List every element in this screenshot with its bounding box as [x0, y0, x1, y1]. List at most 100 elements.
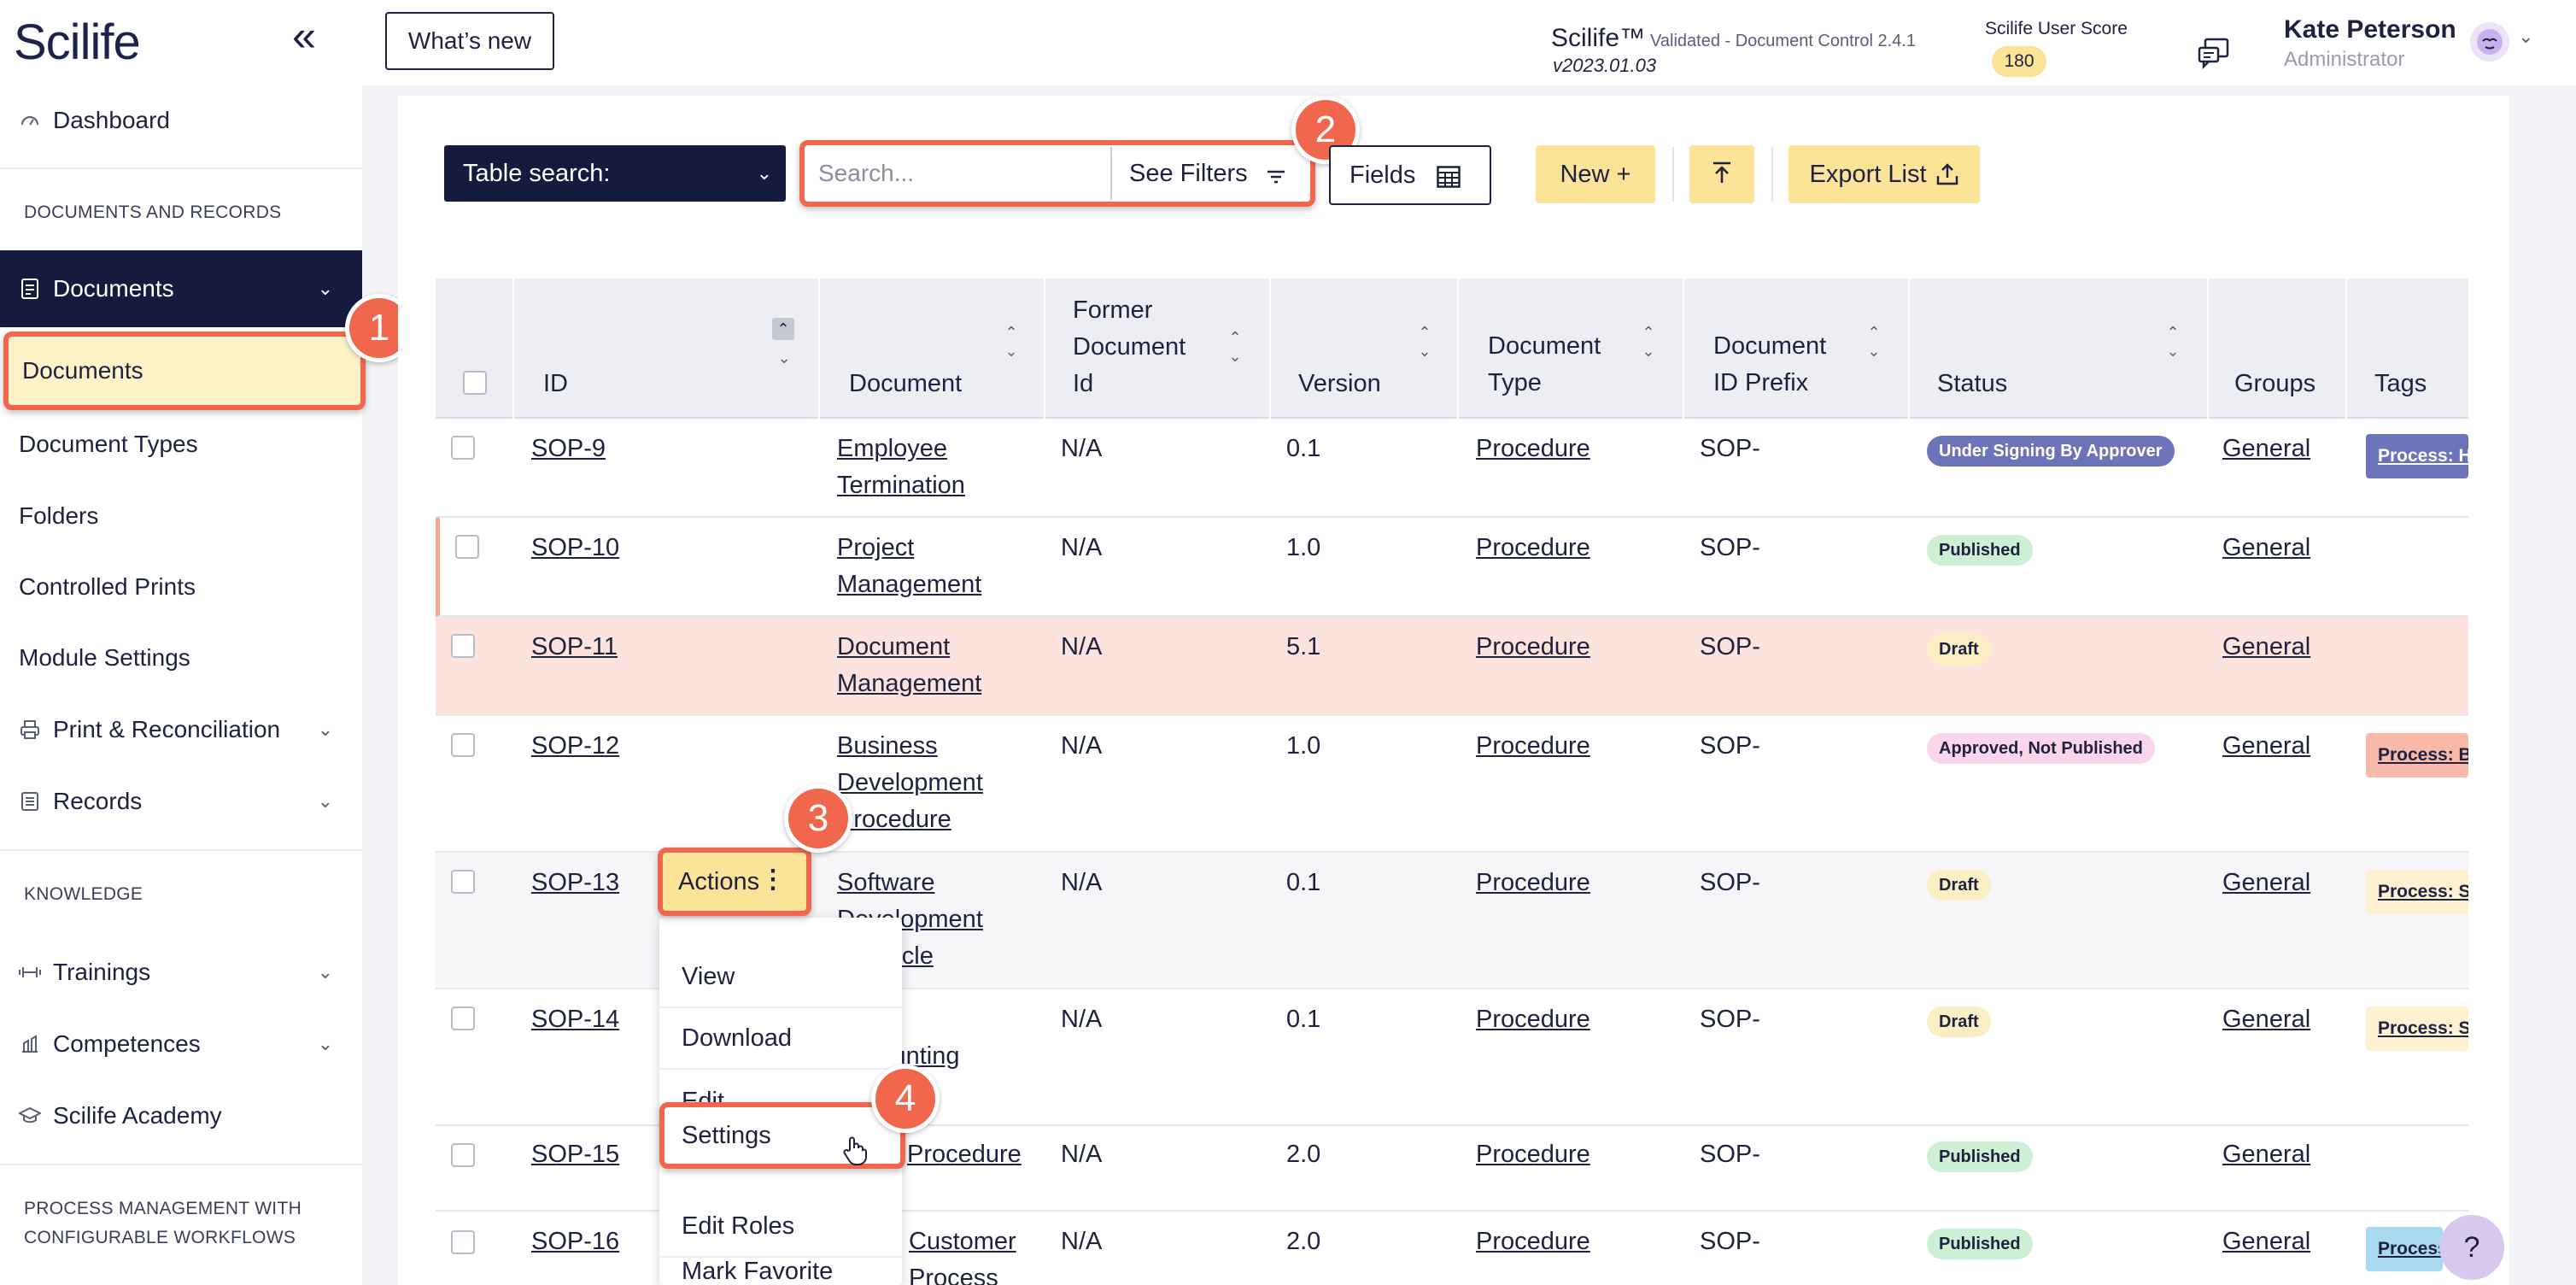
row-checkbox[interactable] — [451, 1230, 475, 1254]
help-icon: ? — [2463, 1230, 2480, 1264]
document-type-link[interactable]: Procedure — [1476, 629, 1590, 666]
row-checkbox[interactable] — [455, 535, 479, 559]
document-type-link[interactable]: Procedure — [1476, 431, 1590, 467]
tag-link[interactable]: Process — [2366, 1227, 2443, 1271]
sidebar-item-print-reconciliation[interactable]: Print & Reconciliation ⌄ — [0, 713, 362, 747]
document-id-link[interactable]: SOP-14 — [531, 1001, 619, 1038]
select-all-checkbox[interactable] — [463, 371, 487, 395]
see-filters-button[interactable]: See Filters — [1115, 147, 1308, 200]
table-row[interactable] — [436, 518, 2468, 617]
table-search-select[interactable]: Table search: ⌄ — [444, 145, 786, 202]
tag-link[interactable]: Process: S — [2366, 870, 2468, 914]
row-checkbox[interactable] — [451, 733, 475, 757]
upload-button[interactable] — [1689, 145, 1754, 203]
group-link[interactable]: General — [2222, 1223, 2310, 1260]
sidebar-item-folders[interactable]: Folders — [0, 499, 362, 533]
sort-icon[interactable]: ⌃ ⌄ — [1864, 323, 1884, 361]
sidebar-item-controlled-prints[interactable]: Controlled Prints — [0, 570, 362, 604]
sidebar-item-document-types[interactable]: Document Types — [0, 427, 362, 461]
user-name[interactable]: Kate Peterson — [2284, 15, 2456, 44]
row-checkbox[interactable] — [451, 870, 475, 894]
table-row[interactable] — [436, 419, 2468, 518]
document-name-link[interactable]: Document Management — [837, 629, 981, 702]
doc-line: Management — [837, 571, 982, 598]
row-checkbox[interactable] — [451, 436, 475, 460]
table-row[interactable] — [436, 716, 2468, 853]
menu-item-settings[interactable]: Settings — [659, 1102, 905, 1169]
column-header-document[interactable]: Document — [849, 366, 962, 402]
user-score-badge: 180 — [1992, 46, 2046, 77]
sidebar-item-dashboard[interactable]: Dashboard — [0, 99, 362, 142]
sidebar-item-scilife-academy[interactable]: Scilife Academy — [0, 1099, 362, 1133]
new-button[interactable]: New + — [1536, 145, 1655, 203]
document-id-link[interactable]: SOP-15 — [531, 1136, 619, 1173]
document-name-link[interactable]: Project Management — [837, 530, 981, 603]
tag-link[interactable]: Process: S — [2366, 1006, 2468, 1051]
group-link[interactable]: General — [2222, 1001, 2310, 1038]
export-list-button[interactable]: Export List — [1789, 145, 1980, 203]
row-checkbox[interactable] — [451, 1006, 475, 1030]
sidebar-item-trainings[interactable]: Trainings ⌄ — [0, 955, 362, 989]
document-id-link[interactable]: SOP-12 — [531, 728, 619, 765]
tag-link[interactable]: Process: H — [2366, 434, 2468, 478]
group-link[interactable]: General — [2222, 431, 2310, 467]
sidebar-item-module-settings[interactable]: Module Settings — [0, 641, 362, 675]
row-checkbox[interactable] — [451, 1143, 475, 1167]
actions-button[interactable]: Actions ⋮ — [658, 848, 811, 916]
sidebar-item-documents-group[interactable]: Documents ⌄ — [0, 250, 362, 327]
menu-item-mark-favorite[interactable]: Mark Favorite — [659, 1258, 902, 1285]
chat-icon[interactable] — [2197, 36, 2231, 70]
document-id-link[interactable]: SOP-13 — [531, 865, 619, 901]
sort-desc-icon[interactable]: ⌄ — [774, 349, 794, 367]
document-type-link[interactable]: Procedure — [1476, 1001, 1590, 1038]
sort-icon[interactable]: ⌃ ⌄ — [1225, 328, 1245, 366]
sidebar-item-competences[interactable]: Competences ⌄ — [0, 1027, 362, 1061]
group-link[interactable]: General — [2222, 865, 2310, 901]
document-id-link[interactable]: SOP-16 — [531, 1223, 619, 1260]
column-header-id[interactable]: ID — [543, 366, 568, 402]
document-id-link[interactable]: SOP-10 — [531, 530, 619, 566]
column-header-groups[interactable]: Groups — [2234, 366, 2315, 402]
sort-asc-icon[interactable]: ⌃ — [772, 318, 794, 340]
group-link[interactable]: General — [2222, 629, 2310, 666]
group-link[interactable]: General — [2222, 530, 2310, 566]
chevron-down-icon[interactable]: ⌄ — [2518, 26, 2533, 48]
whats-new-button[interactable]: What’s new — [385, 12, 554, 70]
group-link[interactable]: General — [2222, 1136, 2310, 1173]
avatar[interactable] — [2470, 22, 2509, 62]
row-checkbox[interactable] — [451, 634, 475, 658]
table-row[interactable] — [436, 617, 2468, 716]
sort-icon[interactable]: ⌃ ⌄ — [1001, 323, 1022, 361]
document-name-link[interactable]: Procedure — [907, 1136, 1022, 1173]
menu-item-edit-roles[interactable]: Edit Roles — [659, 1196, 902, 1258]
fields-button[interactable]: Fields — [1329, 145, 1491, 205]
sort-icon[interactable]: ⌃ ⌄ — [1414, 323, 1435, 361]
column-header-status[interactable]: Status — [1937, 366, 2007, 402]
document-type-link[interactable]: Procedure — [1476, 865, 1590, 901]
document-type-link[interactable]: Procedure — [1476, 728, 1590, 765]
menu-item-view[interactable]: View — [659, 947, 902, 1008]
sort-icon[interactable]: ⌃ ⌄ — [1638, 323, 1659, 361]
tag-link[interactable]: Process: B — [2366, 733, 2468, 777]
sort-icon[interactable]: ⌃ ⌄ — [2163, 323, 2183, 361]
search-input[interactable] — [808, 147, 1110, 200]
document-type-link[interactable]: Procedure — [1476, 530, 1590, 566]
collapse-sidebar-icon[interactable]: « — [285, 15, 323, 57]
group-link[interactable]: General — [2222, 728, 2310, 765]
sidebar-item-documents[interactable]: Documents — [3, 332, 366, 410]
column-header-tags[interactable]: Tags — [2374, 366, 2427, 402]
column-header-document-type[interactable]: Document Type — [1488, 328, 1601, 402]
document-type-link[interactable]: Procedure — [1476, 1223, 1590, 1260]
column-header-document-id-prefix[interactable]: Document ID Prefix — [1713, 328, 1826, 402]
document-name-link[interactable]: Employee Termination — [837, 431, 965, 504]
column-header-version[interactable]: Version — [1298, 366, 1381, 402]
document-id-link[interactable]: SOP-9 — [531, 431, 606, 467]
sidebar-item-records[interactable]: Records ⌄ — [0, 784, 362, 819]
column-header-former-document-id[interactable]: Former Document Id — [1073, 292, 1186, 402]
document-type-link[interactable]: Procedure — [1476, 1136, 1590, 1173]
document-id-link[interactable]: SOP-11 — [531, 629, 618, 666]
help-button[interactable]: ? — [2439, 1215, 2504, 1280]
menu-item-download[interactable]: Download — [659, 1008, 902, 1070]
document-name-link[interactable]: Business Development Procedure — [837, 728, 983, 838]
document-name-link[interactable]: Customer Process — [909, 1223, 1016, 1285]
